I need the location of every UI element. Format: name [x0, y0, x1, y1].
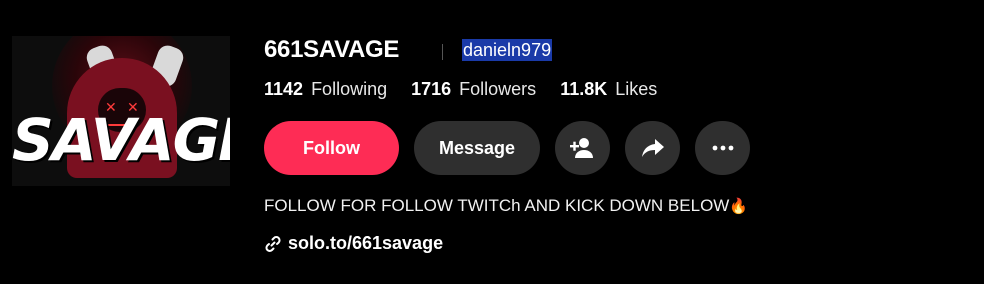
profile-stats: 1142 Following 1716 Followers 11.8K Likes [264, 79, 657, 100]
stat-following-count: 1142 [264, 79, 304, 99]
profile-avatar[interactable]: ✕ ✕ SAVAGE [12, 36, 230, 186]
stat-likes-count: 11.8K [560, 79, 608, 99]
profile-nickname: danieln979 [462, 39, 553, 61]
link-text[interactable]: solo.to/661savage [288, 233, 443, 254]
follow-button[interactable]: Follow [264, 121, 399, 175]
stat-likes: 11.8K Likes [560, 79, 657, 100]
message-button[interactable]: Message [414, 121, 540, 175]
bio-text: FOLLOW FOR FOLLOW TWITCh AND KICK DOWN B… [264, 196, 730, 215]
fire-emoji: 🔥 [729, 198, 749, 215]
stat-likes-label: Likes [615, 79, 658, 99]
stat-following-label: Following [311, 79, 388, 99]
share-button[interactable] [625, 121, 680, 175]
more-options-button[interactable] [695, 121, 750, 175]
avatar-logo-text: SAVAGE [12, 106, 230, 174]
stat-followers-count: 1716 [411, 79, 452, 99]
add-friend-button[interactable] [555, 121, 610, 175]
stat-followers-label: Followers [459, 79, 537, 99]
more-icon [712, 145, 733, 151]
profile-username: 661SAVAGE [264, 36, 400, 63]
add-user-icon [569, 138, 593, 158]
stat-following[interactable]: 1142 Following [264, 79, 387, 100]
profile-link[interactable]: solo.to/661savage [264, 233, 443, 254]
link-icon [265, 235, 281, 252]
stat-followers[interactable]: 1716 Followers [411, 79, 536, 100]
name-divider [442, 44, 443, 60]
share-icon [641, 139, 664, 157]
profile-bio: FOLLOW FOR FOLLOW TWITCh AND KICK DOWN B… [264, 196, 748, 216]
